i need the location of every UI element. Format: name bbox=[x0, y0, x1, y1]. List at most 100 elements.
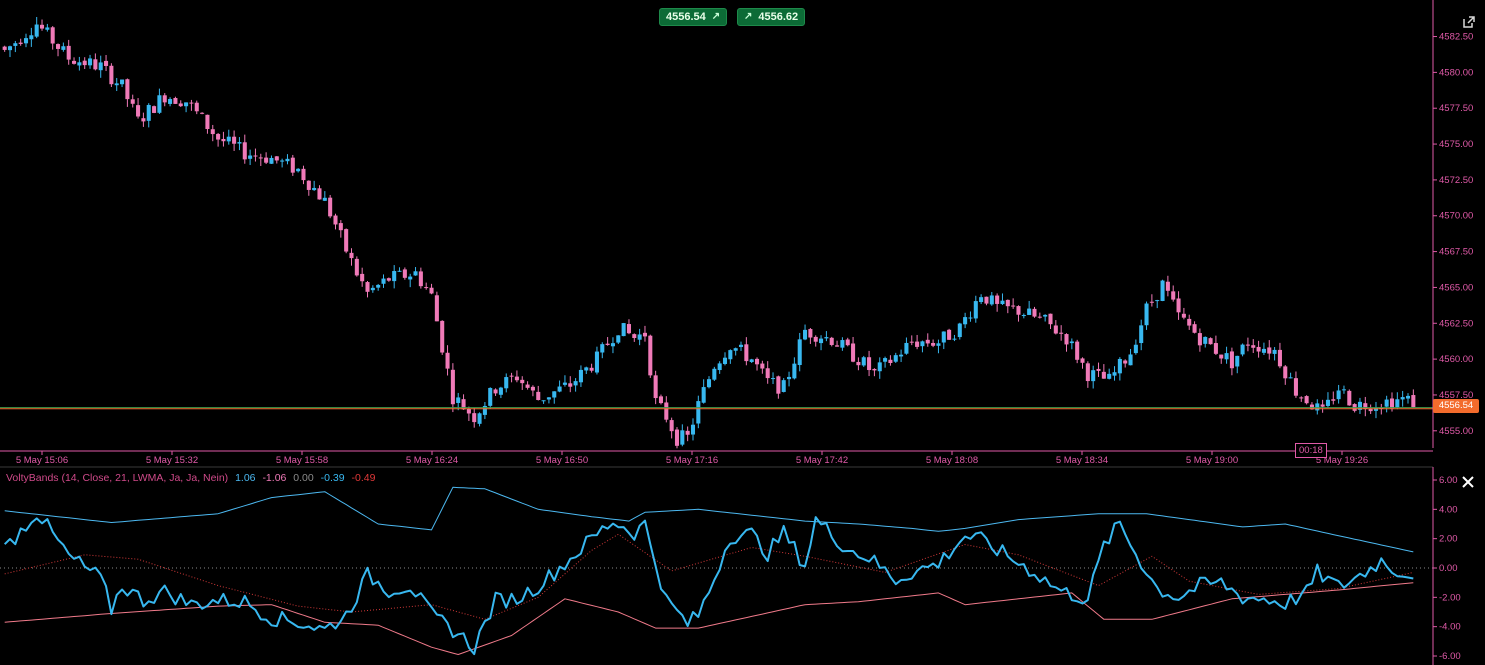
candle-body bbox=[1144, 303, 1149, 326]
indicator-tick-label: -4.00 bbox=[1439, 622, 1461, 633]
candle-body bbox=[109, 65, 114, 85]
candle-body bbox=[632, 334, 637, 339]
candle-body bbox=[77, 62, 82, 66]
candle-body bbox=[402, 269, 407, 278]
candle-body bbox=[610, 343, 615, 347]
candle-body bbox=[760, 363, 765, 369]
candle-body bbox=[1203, 336, 1208, 344]
candle-body bbox=[941, 331, 946, 343]
candle-body bbox=[248, 155, 253, 159]
candle-body bbox=[1016, 306, 1021, 315]
candle-body bbox=[653, 375, 658, 399]
candle-body bbox=[1315, 403, 1320, 411]
candle-body bbox=[803, 329, 808, 340]
popout-icon[interactable] bbox=[1459, 12, 1479, 32]
candle-body bbox=[621, 323, 626, 337]
candle-body bbox=[669, 420, 674, 432]
candle-body bbox=[264, 157, 269, 163]
chart-stage: 4582.50 4580.00 4577.50 4575.00 4572.50 4570.… bbox=[0, 0, 1473, 665]
candle-body bbox=[754, 358, 760, 365]
time-tick-label: 5 May 16:50 bbox=[536, 455, 588, 466]
candle-body bbox=[120, 79, 125, 85]
candle-body bbox=[578, 369, 583, 383]
candle-body bbox=[1395, 399, 1400, 408]
candle-body bbox=[1283, 366, 1288, 379]
candle-body bbox=[520, 379, 525, 384]
candle-body bbox=[50, 27, 55, 44]
candle-body bbox=[370, 287, 375, 291]
candle-body bbox=[738, 344, 744, 347]
ask-button[interactable]: ↗ 4556.62 bbox=[737, 8, 806, 26]
candle-body bbox=[338, 223, 343, 231]
candle-body bbox=[1139, 325, 1144, 344]
time-tick-label: 5 May 16:24 bbox=[406, 455, 458, 466]
candle-body bbox=[504, 377, 509, 389]
bid-button[interactable]: 4556.54 ↗ bbox=[659, 8, 728, 26]
candle-body bbox=[232, 136, 237, 144]
candle-body bbox=[93, 59, 98, 70]
candle-body bbox=[813, 336, 818, 342]
time-tick-label: 5 May 15:06 bbox=[16, 455, 68, 466]
candle-body bbox=[488, 387, 493, 406]
candle-body bbox=[39, 24, 45, 29]
candle-body bbox=[88, 58, 93, 66]
candle-body bbox=[771, 378, 776, 380]
candle-body bbox=[1000, 300, 1005, 305]
candle-body bbox=[883, 358, 888, 362]
candle-body bbox=[995, 295, 1000, 304]
candle-body bbox=[1059, 332, 1064, 334]
candle-body bbox=[173, 97, 178, 104]
candle-body bbox=[29, 35, 34, 40]
candle-body bbox=[1037, 316, 1042, 318]
candle-body bbox=[1091, 370, 1096, 382]
time-tick-label: 5 May 19:00 bbox=[1186, 455, 1238, 466]
candle-body bbox=[1320, 404, 1325, 407]
candle-body bbox=[1027, 308, 1032, 315]
candle-body bbox=[354, 258, 359, 276]
candle-body bbox=[72, 60, 77, 64]
candle-body bbox=[1107, 373, 1112, 379]
candle-body bbox=[1128, 354, 1133, 366]
close-icon[interactable] bbox=[1458, 472, 1478, 492]
candle-body bbox=[1347, 390, 1352, 406]
price-tick-label: 4562.50 bbox=[1439, 318, 1473, 329]
candle-body bbox=[130, 99, 135, 104]
candle-body bbox=[808, 329, 813, 338]
price-tick-label: 4570.00 bbox=[1439, 211, 1473, 222]
indicator-value-5: -0.49 bbox=[351, 472, 376, 484]
candle-body bbox=[1251, 345, 1256, 348]
candle-body bbox=[1043, 314, 1048, 317]
candle-body bbox=[61, 46, 66, 50]
candle-body bbox=[125, 79, 130, 100]
indicator-tick-label: 4.00 bbox=[1439, 504, 1458, 515]
candle-body bbox=[296, 168, 301, 172]
candle-body bbox=[819, 338, 824, 344]
candle-body bbox=[1304, 396, 1309, 404]
candle-body bbox=[589, 367, 594, 371]
time-x-axis: 5 May 15:06 5 May 15:32 5 May 15:58 5 May 1… bbox=[0, 450, 1433, 466]
candle-body bbox=[205, 114, 210, 129]
candle-body bbox=[536, 391, 541, 400]
candle-body bbox=[1149, 301, 1154, 303]
candle-body bbox=[13, 43, 18, 46]
candle-body bbox=[973, 301, 978, 319]
candle-body bbox=[1187, 318, 1192, 326]
candle-body bbox=[237, 142, 242, 144]
candle-body bbox=[312, 187, 317, 191]
candle-body bbox=[989, 295, 994, 305]
candle-body bbox=[616, 335, 621, 343]
candle-body bbox=[146, 104, 151, 121]
price-tick-label: 4565.00 bbox=[1439, 282, 1473, 293]
candle-body bbox=[1176, 298, 1181, 313]
candle-body bbox=[344, 229, 349, 252]
candle-body bbox=[1341, 389, 1346, 391]
price-tick-label: 4567.50 bbox=[1439, 247, 1473, 258]
ask-price: 4556.62 bbox=[758, 11, 799, 23]
candle-body bbox=[835, 345, 840, 347]
candle-body bbox=[1101, 371, 1106, 379]
candle-body bbox=[1219, 354, 1224, 359]
candle-body bbox=[931, 342, 936, 346]
candle-body bbox=[674, 429, 680, 446]
bid-price: 4556.54 bbox=[666, 11, 706, 23]
candle-body bbox=[328, 197, 333, 217]
